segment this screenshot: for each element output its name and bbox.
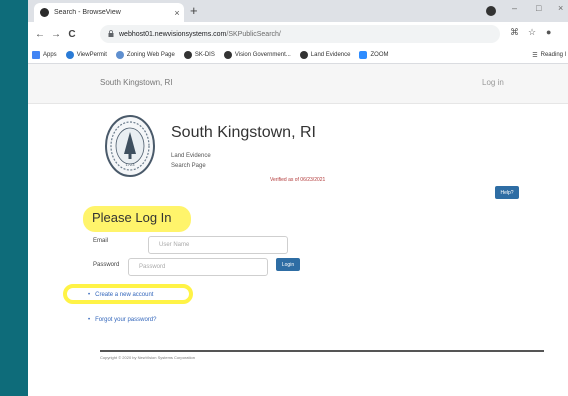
login-heading: Please Log In — [92, 210, 172, 225]
address-bar[interactable]: webhost01.newvisionsystems.com /SKPublic… — [100, 25, 500, 43]
close-icon[interactable]: × — [170, 8, 184, 18]
email-field[interactable]: User Name — [148, 236, 288, 254]
forgot-password-item[interactable]: • Forgot your password? — [88, 317, 156, 323]
tab-strip: Search - BrowseView × + – □ × — [28, 0, 568, 22]
create-account-link[interactable]: Create a new account — [95, 292, 153, 298]
url-path: /SKPublicSearch/ — [226, 30, 281, 38]
site-brand[interactable]: South Kingstown, RI — [100, 78, 172, 87]
seal-year: 1723 — [126, 162, 136, 167]
forgot-password-link[interactable]: Forgot your password? — [95, 317, 156, 323]
minimize-icon[interactable]: – — [512, 3, 517, 13]
bookmark-label: Apps — [43, 51, 57, 58]
new-tab-button[interactable]: + — [190, 4, 198, 18]
password-field[interactable]: Password — [128, 258, 268, 276]
bullet-icon: • — [88, 292, 91, 298]
maximize-icon[interactable]: □ — [536, 3, 541, 13]
bookmark-label: Zoning Web Page — [126, 51, 175, 58]
bookmark-zoning[interactable]: Zoning Web Page — [115, 50, 175, 59]
page-subtitle-2: Search Page — [171, 163, 206, 169]
star-icon[interactable]: ☆ — [528, 27, 536, 38]
login-nav-link[interactable]: Log in — [482, 78, 504, 87]
tab-title: Search - BrowseView — [54, 9, 121, 16]
globe-icon — [223, 50, 232, 59]
globe-icon — [40, 8, 49, 17]
globe-icon — [183, 50, 192, 59]
bookmark-label: Land Evidence — [310, 51, 351, 58]
close-window-icon[interactable]: × — [558, 3, 563, 13]
reading-list[interactable]: ☰ Reading l — [532, 46, 566, 64]
bookmark-land-evidence[interactable]: Land Evidence — [299, 50, 351, 59]
bookmark-label: ZOOM — [370, 51, 389, 58]
browser-tab[interactable]: Search - BrowseView × — [34, 3, 184, 22]
town-seal-logo: 1723 — [105, 115, 155, 177]
globe-icon — [299, 50, 308, 59]
bookmark-icon — [65, 50, 74, 59]
profile-icon[interactable] — [486, 6, 496, 16]
copyright-text: Copyright © 2020 by NewVision Systems Co… — [100, 355, 195, 360]
browser-window: Search - BrowseView × + – □ × ← → C webh… — [28, 0, 568, 396]
login-button[interactable]: Login — [276, 258, 300, 271]
bookmark-vision[interactable]: Vision Government... — [223, 50, 291, 59]
reading-list-icon: ☰ — [532, 52, 538, 59]
lock-icon — [108, 29, 114, 39]
bookmark-label: SK-DIS — [194, 51, 215, 58]
apps-grid-icon — [32, 50, 40, 59]
url-host: webhost01.newvisionsystems.com — [119, 30, 227, 38]
bookmark-label: ViewPermit — [76, 51, 107, 58]
bookmark-label: Vision Government... — [234, 51, 291, 58]
bookmark-skdis[interactable]: SK-DIS — [183, 50, 215, 59]
reload-icon[interactable]: C — [64, 29, 80, 40]
bullet-icon: • — [88, 317, 91, 323]
verified-date: Verified as of 06/23/2021 — [270, 177, 326, 183]
bookmark-apps[interactable]: Apps — [32, 50, 57, 59]
create-account-item[interactable]: • Create a new account — [88, 292, 153, 298]
extensions-icon[interactable]: ⌘ — [510, 27, 519, 38]
help-button[interactable]: Help? — [495, 186, 519, 199]
email-label: Email — [93, 238, 109, 244]
globe-icon — [115, 50, 124, 59]
site-navbar: South Kingstown, RI Log in — [28, 64, 568, 104]
page-subtitle-1: Land Evidence — [171, 153, 211, 159]
bookmark-zoom[interactable]: ZOOM — [359, 50, 389, 59]
page-title: South Kingstown, RI — [171, 124, 316, 141]
forward-icon[interactable]: → — [48, 29, 64, 40]
account-icon[interactable]: ● — [546, 27, 551, 37]
password-label: Password — [93, 262, 120, 268]
zoom-icon — [359, 50, 368, 59]
bookmarks-bar: Apps ViewPermit Zoning Web Page SK-DIS V… — [28, 46, 568, 64]
browser-toolbar: ← → C webhost01.newvisionsystems.com /SK… — [28, 22, 568, 46]
footer-divider — [100, 350, 544, 352]
back-icon[interactable]: ← — [32, 29, 48, 40]
bookmark-viewpermit[interactable]: ViewPermit — [65, 50, 107, 59]
reading-list-label: Reading l — [540, 52, 566, 58]
